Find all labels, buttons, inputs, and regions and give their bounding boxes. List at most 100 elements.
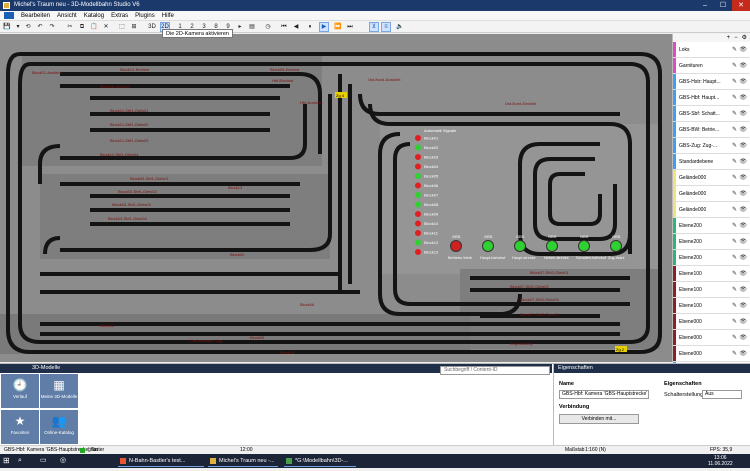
signal-lamp[interactable] xyxy=(415,220,421,227)
gbs-lamp[interactable] xyxy=(514,240,526,252)
signal-lamp[interactable] xyxy=(415,154,421,160)
pin-icon[interactable]: ✎ xyxy=(732,158,737,166)
signal-lamp[interactable] xyxy=(415,135,421,141)
layer-item[interactable]: Ebene200 ✎ 👁 xyxy=(673,250,750,266)
task-item-3[interactable]: *G:\Modellbahn\3D-... xyxy=(284,455,356,467)
block-label[interactable]: Ost-Nord-Einfahrt xyxy=(505,101,537,106)
block-label[interactable]: Zug-Gattung xyxy=(510,341,532,346)
save-icon[interactable]: 💾 xyxy=(3,23,11,31)
block-label[interactable]: Block05 xyxy=(250,335,265,340)
task-item-2[interactable]: Michel's Traum neu -... xyxy=(208,455,278,467)
paste-icon[interactable]: 📋 xyxy=(90,23,98,31)
search-icon[interactable]: ⌕ xyxy=(18,454,22,468)
undo-icon[interactable]: ↶ xyxy=(36,23,44,31)
visibility-icon[interactable]: 👁 xyxy=(739,222,747,230)
gbs-lamp[interactable] xyxy=(546,240,558,252)
signal-lamp[interactable] xyxy=(415,144,421,151)
visibility-icon[interactable]: 👁 xyxy=(739,206,747,214)
layer-item[interactable]: GBS-Sbf: Schatt... ✎ 👁 xyxy=(673,106,750,122)
gbs-lamp[interactable] xyxy=(482,240,494,252)
visibility-icon[interactable]: 👁 xyxy=(739,174,747,182)
block-label[interactable]: Block12 xyxy=(100,323,115,328)
signal-lamp[interactable] xyxy=(415,163,421,170)
signal-lamp[interactable] xyxy=(415,230,421,236)
block-label[interactable]: Hbf-Einfahrt xyxy=(272,78,294,83)
block-label[interactable]: Block11-Sbf1-Gleis04 xyxy=(100,152,139,157)
pin-icon[interactable]: ✎ xyxy=(732,126,737,134)
browser-icon[interactable]: ◎ xyxy=(60,454,66,468)
visibility-icon[interactable]: 👁 xyxy=(739,158,747,166)
block-label[interactable]: Block03-Sbf1-Gleis03 xyxy=(112,202,151,207)
pin-icon[interactable]: ✎ xyxy=(732,174,737,182)
align-icon[interactable]: ≡ xyxy=(381,22,391,32)
layer-item[interactable]: Gelände000 ✎ 👁 xyxy=(673,170,750,186)
pin-icon[interactable]: ✎ xyxy=(732,94,737,102)
task-item-1[interactable]: N-Bahn-Bastler's test... xyxy=(118,455,204,467)
block-label[interactable]: Block11-Sbf1-Gleis02 xyxy=(110,122,149,127)
tile-verlauf[interactable]: 🕘 Verlauf xyxy=(1,374,39,408)
sound-icon[interactable]: 🔈 xyxy=(396,23,404,31)
pin-icon[interactable]: ✎ xyxy=(732,350,737,358)
block-label[interactable]: Block09 xyxy=(280,350,295,355)
layer-item[interactable]: Gelände000 ✎ 👁 xyxy=(673,202,750,218)
menu-plugins[interactable]: Plugins xyxy=(135,13,155,19)
layer-item[interactable]: Ebene100 ✎ 👁 xyxy=(673,282,750,298)
block-label[interactable]: Block07-SM2-Gleis01 xyxy=(530,270,569,275)
close-button[interactable]: ✕ xyxy=(732,0,750,11)
visibility-icon[interactable]: 👁 xyxy=(739,78,747,86)
block-label[interactable]: Block02 xyxy=(230,252,245,257)
block-label[interactable]: Block03-Sbf1-Gleis01 xyxy=(130,176,169,181)
menu-katalog[interactable]: Katalog xyxy=(84,13,104,19)
mode-3d-button[interactable]: 3D xyxy=(148,23,156,31)
block-label[interactable]: Block07-SM2-Gleis02 xyxy=(510,284,549,289)
visibility-icon[interactable]: 👁 xyxy=(739,350,747,358)
block-label[interactable]: Umbauwagen 4yg xyxy=(190,338,222,343)
menu-bearbeiten[interactable]: Bearbeiten xyxy=(21,13,50,19)
signal-lamp[interactable] xyxy=(415,192,421,198)
pin-icon[interactable]: ✎ xyxy=(732,46,737,54)
copy-icon[interactable]: ⧉ xyxy=(78,23,86,31)
layer-item[interactable]: Ebene200 ✎ 👁 xyxy=(673,234,750,250)
explorer-icon[interactable]: ▭ xyxy=(40,454,47,468)
signal-lamp[interactable] xyxy=(415,211,421,217)
visibility-icon[interactable]: 👁 xyxy=(739,142,747,150)
block-label[interactable]: Block11-Sbf1-Gleis01 xyxy=(110,108,149,113)
block-label[interactable]: Block07-SM2-Gleis04 xyxy=(520,312,559,317)
dropdown-icon[interactable]: ▾ xyxy=(14,23,22,31)
delete-icon[interactable]: ✕ xyxy=(102,23,110,31)
layer-item[interactable]: Ebene000 ✎ 👁 xyxy=(673,314,750,330)
camera-list-icon[interactable]: ▤ xyxy=(248,23,256,31)
pin-icon[interactable]: ✎ xyxy=(732,78,737,86)
pin-icon[interactable]: ✎ xyxy=(732,222,737,230)
step-back-icon[interactable]: ⏮ xyxy=(280,23,288,31)
snap-icon[interactable]: ⊻ xyxy=(369,22,379,32)
add-layer-icon[interactable]: + xyxy=(727,34,731,42)
signal-lamp[interactable] xyxy=(415,239,421,246)
grid-icon[interactable]: ⊞ xyxy=(130,23,138,31)
windows-start-icon[interactable]: ⊞ xyxy=(3,454,10,468)
visibility-icon[interactable]: 👁 xyxy=(739,238,747,246)
signal-lamp[interactable] xyxy=(415,201,421,208)
layer-item[interactable]: GBS-Hbf: Haupt... ✎ 👁 xyxy=(673,90,750,106)
block-label[interactable]: Block12-Einfahrt xyxy=(120,67,150,72)
layer-settings-icon[interactable]: ⚙ xyxy=(742,34,747,42)
block-label[interactable]: Block03-Sbf1-Gleis04 xyxy=(108,216,147,221)
pin-icon[interactable]: ✎ xyxy=(732,110,737,118)
layer-item[interactable]: Garnituren ✎ 👁 xyxy=(673,58,750,74)
layer-item[interactable]: GBS-Hstr: Haupt... ✎ 👁 xyxy=(673,74,750,90)
signal-lamp[interactable] xyxy=(415,249,421,255)
file-icon[interactable] xyxy=(4,12,14,19)
visibility-icon[interactable]: 👁 xyxy=(739,302,747,310)
pin-icon[interactable]: ✎ xyxy=(732,238,737,246)
block-label[interactable]: Block07-SM2-Gleis03 xyxy=(520,297,559,302)
play-icon[interactable]: ▶ xyxy=(319,22,329,32)
select-icon[interactable]: ⬚ xyxy=(118,23,126,31)
block-label[interactable]: Block08-Einfahrt xyxy=(100,84,130,89)
track-plan-canvas[interactable]: Automatik Signale Block01 Block02 Block03 B… xyxy=(0,34,672,362)
gbs-lamp[interactable] xyxy=(578,240,590,252)
pin-icon[interactable]: ✎ xyxy=(732,190,737,198)
menu-ansicht[interactable]: Ansicht xyxy=(57,13,77,19)
switch-select[interactable]: Aus xyxy=(702,390,742,399)
block-label[interactable]: Block09-Einfahrt xyxy=(270,67,300,72)
visibility-icon[interactable]: 👁 xyxy=(739,270,747,278)
